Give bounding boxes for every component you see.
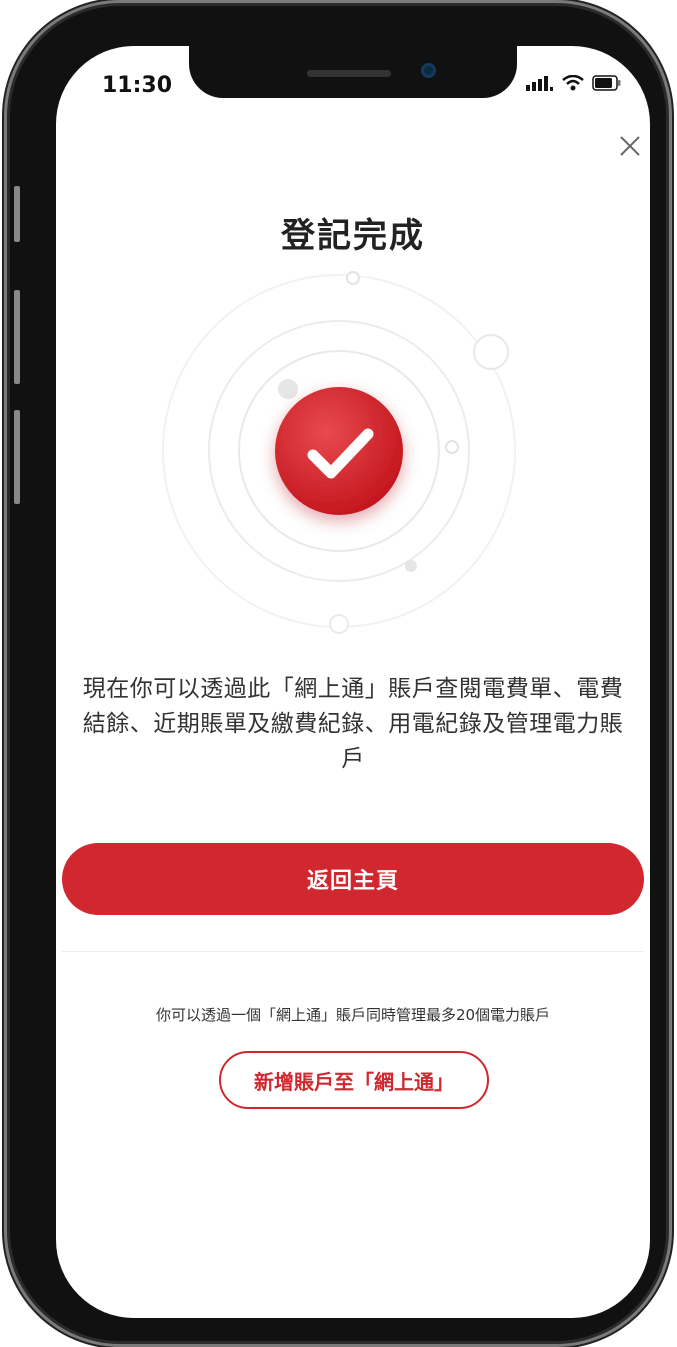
success-illustration bbox=[161, 266, 521, 636]
app-screen: 11:30 登記完成 現在你可以透過此「網上通」賬戶查閱電費單、電費 結餘、近期… bbox=[56, 46, 650, 1318]
status-icons bbox=[526, 74, 622, 95]
close-icon[interactable] bbox=[616, 132, 644, 160]
battery-icon bbox=[592, 75, 622, 95]
wifi-icon bbox=[562, 74, 584, 95]
phone-frame: 11:30 登記完成 現在你可以透過此「網上通」賬戶查閱電費單、電費 結餘、近期… bbox=[10, 6, 666, 1341]
front-camera bbox=[421, 63, 436, 78]
description-line-3: 戶 bbox=[341, 746, 365, 772]
description-line-1: 現在你可以透過此「網上通」賬戶查閱電費單、電費 bbox=[82, 676, 624, 702]
divider bbox=[62, 951, 644, 952]
info-text: 你可以透過一個「網上通」賬戶同時管理最多20個電力賬戶 bbox=[155, 1006, 551, 1024]
description-line-2: 結餘、近期賬單及繳費紀錄、用電紀錄及管理電力賬 bbox=[82, 711, 624, 737]
volume-up-button bbox=[14, 290, 20, 384]
notch bbox=[189, 46, 517, 98]
back-to-home-button[interactable]: 返回主頁 bbox=[62, 843, 644, 915]
description-text: 現在你可以透過此「網上通」賬戶查閱電費單、電費 結餘、近期賬單及繳費紀錄、用電紀… bbox=[82, 672, 624, 777]
speaker-grill bbox=[307, 70, 391, 77]
mute-switch bbox=[14, 186, 20, 242]
add-account-button[interactable]: 新增賬戶至「網上通」 bbox=[219, 1051, 489, 1109]
signal-icon bbox=[526, 75, 554, 95]
page-title: 登記完成 bbox=[281, 216, 425, 256]
status-time: 11:30 bbox=[102, 73, 173, 98]
check-icon bbox=[275, 387, 403, 515]
volume-down-button bbox=[14, 410, 20, 504]
